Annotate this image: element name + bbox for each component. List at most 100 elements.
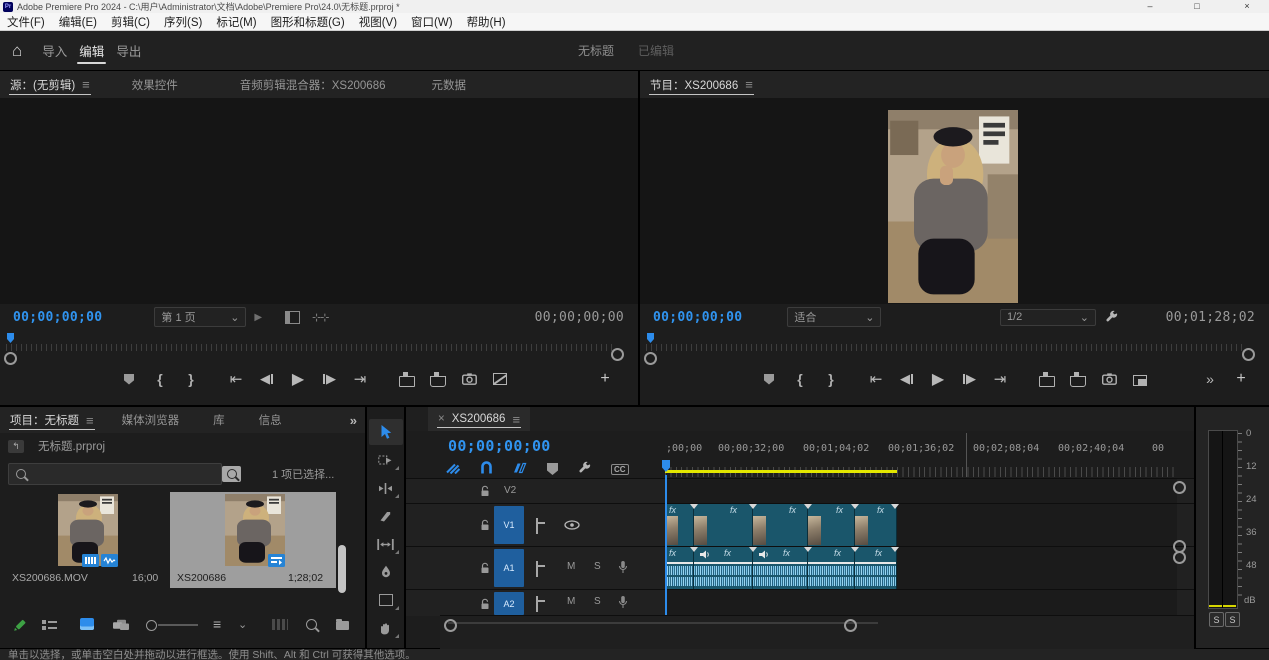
maximize-button[interactable]: □: [1182, 0, 1212, 13]
mark-in-icon[interactable]: {: [149, 369, 171, 389]
mute-button[interactable]: M: [567, 596, 575, 607]
mark-out-icon[interactable]: }: [820, 369, 842, 389]
horizontal-scroll-handle-left[interactable]: [444, 619, 457, 632]
ripple-edit-tool[interactable]: [369, 475, 403, 501]
close-sequence-icon[interactable]: ×: [438, 413, 445, 425]
play-icon[interactable]: ▶: [927, 369, 949, 389]
tab-program-monitor[interactable]: 节目：XS200686 ≡: [640, 71, 763, 98]
button-editor-icon[interactable]: +: [594, 369, 616, 389]
sequence-name[interactable]: XS200686: [177, 572, 226, 584]
project-writable-icon[interactable]: [12, 618, 27, 636]
new-bin-icon[interactable]: [336, 619, 349, 633]
lift-icon[interactable]: [1036, 369, 1058, 389]
icon-view-icon[interactable]: [80, 618, 94, 630]
menu-clip[interactable]: 剪辑(C): [104, 14, 157, 30]
bin-item-sequence-selected[interactable]: XS200686 1;28;02: [170, 492, 336, 588]
zoom-slider-track[interactable]: [158, 624, 198, 626]
playback-resolution-dropdown[interactable]: 1/2 ⌄: [1000, 309, 1096, 326]
automate-to-sequence-icon[interactable]: [272, 619, 288, 630]
tab-project[interactable]: 项目：无标题 ≡: [0, 407, 104, 433]
close-button[interactable]: ×: [1232, 0, 1262, 13]
audio-clip[interactable]: fx: [855, 547, 897, 589]
add-marker-icon[interactable]: [758, 369, 780, 389]
audio-badge-icon[interactable]: [101, 554, 118, 567]
more-buttons-icon[interactable]: »: [1199, 369, 1221, 389]
audio-clip[interactable]: fx: [665, 547, 694, 589]
step-back-icon[interactable]: ◀: [256, 369, 278, 389]
search-input[interactable]: [8, 463, 222, 485]
track-lock-icon[interactable]: [480, 598, 490, 613]
track-scroll-handle[interactable]: [1173, 481, 1186, 494]
horizontal-scrollbar-track[interactable]: [448, 622, 878, 624]
extract-icon[interactable]: [1067, 369, 1089, 389]
tab-source-monitor[interactable]: 源：(无剪辑) ≡: [0, 71, 100, 98]
find-icon[interactable]: [306, 619, 317, 633]
timeline-ruler[interactable]: ;00;00 00;00;32;00 00;01;04;02 00;01;36;…: [665, 431, 1177, 477]
export-frame-icon[interactable]: [458, 369, 480, 389]
comparison-view-icon[interactable]: [1129, 369, 1151, 389]
overwrite-icon[interactable]: [427, 369, 449, 389]
tab-effect-controls[interactable]: 效果控件: [122, 71, 188, 98]
drag-video-icon[interactable]: [285, 311, 300, 324]
program-scrub-area[interactable]: [640, 330, 1269, 360]
track-a1-target[interactable]: A1: [494, 549, 524, 587]
voiceover-mic-icon[interactable]: [618, 595, 628, 612]
tab-audio-clip-mixer[interactable]: 音频剪辑混合器：XS200686: [230, 71, 396, 98]
menu-sequence[interactable]: 序列(S): [157, 14, 209, 30]
source-patch-icon[interactable]: [536, 561, 538, 577]
freeform-view-icon[interactable]: [112, 619, 130, 634]
program-viewer[interactable]: [640, 98, 1269, 304]
zoom-slider-handle[interactable]: [146, 620, 157, 631]
timeline-settings-wrench-icon[interactable]: [578, 461, 591, 477]
rectangle-tool[interactable]: [369, 587, 403, 613]
source-ruler-ticks[interactable]: [6, 344, 612, 351]
project-file-name[interactable]: 无标题.prproj: [38, 438, 105, 454]
voiceover-mic-icon[interactable]: [618, 560, 628, 577]
track-v2-label[interactable]: V2: [504, 485, 516, 496]
linked-selection-icon[interactable]: [513, 462, 527, 477]
export-frame-icon[interactable]: [1098, 369, 1120, 389]
audio-meter[interactable]: [1208, 430, 1238, 609]
minimize-button[interactable]: –: [1135, 0, 1165, 13]
track-select-forward-tool[interactable]: [369, 447, 403, 473]
audio-clip[interactable]: fx: [753, 547, 808, 589]
snap-magnet-icon[interactable]: [480, 461, 493, 477]
track-a2-target[interactable]: A2: [494, 592, 524, 615]
menu-window[interactable]: 窗口(W): [404, 14, 460, 30]
sort-icon[interactable]: ≡: [213, 616, 221, 632]
insert-icon[interactable]: [396, 369, 418, 389]
add-marker-icon[interactable]: [547, 463, 558, 475]
step-back-icon[interactable]: ◀: [896, 369, 918, 389]
timeline-playhead-line[interactable]: [665, 475, 667, 615]
tab-info[interactable]: 信息: [249, 407, 292, 433]
sort-chevron-icon[interactable]: ⌄: [238, 618, 247, 631]
track-v1-content[interactable]: fx fx fx fx fx: [665, 504, 1177, 546]
solo-button[interactable]: S: [594, 596, 601, 607]
tab-sequence[interactable]: × XS200686 ≡: [428, 407, 530, 431]
video-clip[interactable]: fx: [808, 504, 855, 546]
solo-button[interactable]: S: [594, 561, 601, 572]
program-zoom-handle-left[interactable]: [644, 352, 657, 365]
track-lock-icon[interactable]: [480, 519, 490, 534]
settings-wrench-icon[interactable]: [1105, 310, 1118, 326]
panel-menu-icon[interactable]: ≡: [512, 413, 520, 426]
navigate-up-icon[interactable]: ↰: [8, 440, 24, 453]
menu-markers[interactable]: 标记(M): [209, 14, 263, 30]
tab-media-browser[interactable]: 媒体浏览器: [112, 407, 190, 433]
page-play-icon[interactable]: ▶: [254, 312, 262, 323]
home-icon[interactable]: ⌂: [12, 41, 22, 61]
audio-clip[interactable]: fx: [808, 547, 855, 589]
audio-clip[interactable]: fx: [694, 547, 753, 589]
tab-edit[interactable]: 编辑: [73, 31, 110, 70]
selection-tool[interactable]: [369, 419, 403, 445]
video-badge-icon[interactable]: [82, 554, 99, 567]
track-a2-content[interactable]: [665, 590, 1177, 616]
tab-import[interactable]: 导入: [36, 31, 73, 70]
track-a1-content[interactable]: fx fx fx fx: [665, 547, 1177, 589]
razor-tool[interactable]: [369, 503, 403, 529]
panel-overflow-icon[interactable]: »: [350, 413, 357, 428]
video-clip[interactable]: fx: [665, 504, 694, 546]
horizontal-scroll-handle-right[interactable]: [844, 619, 857, 632]
video-clip[interactable]: fx: [855, 504, 897, 546]
menu-help[interactable]: 帮助(H): [460, 14, 513, 30]
